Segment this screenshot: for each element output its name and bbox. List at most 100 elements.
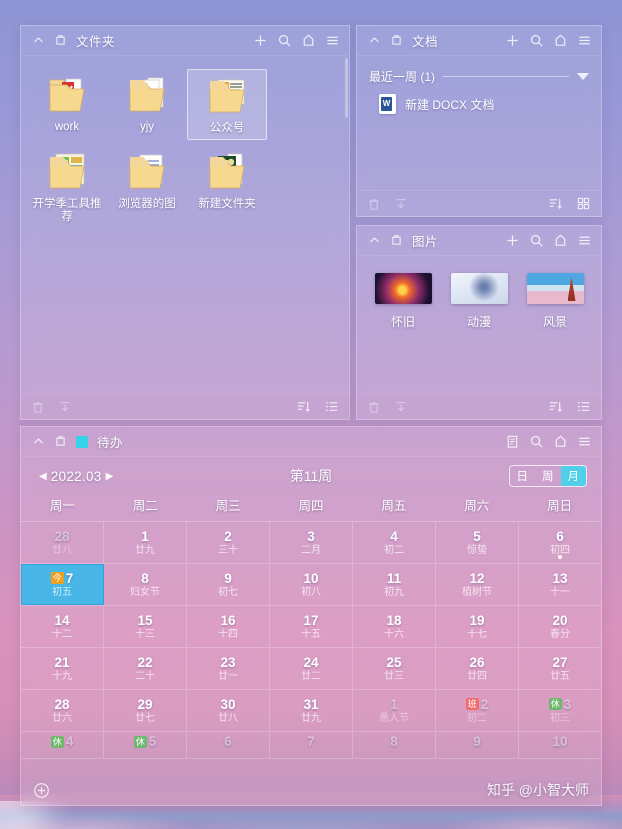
folders-scrollbar[interactable] — [345, 58, 348, 391]
hamburger-menu-icon[interactable] — [577, 434, 592, 449]
calendar-day-cell[interactable]: 7 — [270, 732, 353, 758]
plus-icon[interactable] — [505, 233, 520, 248]
calendar-day-cell[interactable]: 休4 — [21, 732, 104, 758]
calendar-day-cell[interactable]: 1 廿九 — [104, 522, 187, 563]
calendar-day-cell[interactable]: 12 植树节 — [436, 564, 519, 605]
calendar-day-cell[interactable]: 13 十一 — [519, 564, 601, 605]
folder-item[interactable]: 浏览器的图 — [107, 146, 187, 228]
calendar-day-cell[interactable]: 休 3 初三 — [519, 690, 601, 731]
calendar-day-cell[interactable]: 8 — [353, 732, 436, 758]
calendar-day-cell[interactable]: 28 廿六 — [21, 690, 104, 731]
calendar-day-cell[interactable]: 19 十七 — [436, 606, 519, 647]
calendar-year-month[interactable]: 2022.03 — [51, 469, 102, 484]
calendar-day-cell[interactable]: 21 十九 — [21, 648, 104, 689]
calendar-day-cell[interactable]: 班 2 初二 — [436, 690, 519, 731]
download-icon[interactable] — [394, 400, 408, 414]
picture-item[interactable]: 动漫 — [441, 273, 517, 392]
plus-icon[interactable] — [505, 33, 520, 48]
sort-icon[interactable] — [296, 399, 311, 414]
calendar-day-cell[interactable]: 9 初七 — [187, 564, 270, 605]
calendar-day-cell[interactable]: 3 二月 — [270, 522, 353, 563]
calendar-day-cell[interactable]: 28 廿八 — [21, 522, 104, 563]
calendar-day-cell[interactable]: 10 初八 — [270, 564, 353, 605]
calendar-day-cell[interactable]: 30 廿八 — [187, 690, 270, 731]
hamburger-menu-icon[interactable] — [577, 233, 592, 248]
list-view-icon[interactable] — [324, 399, 339, 414]
calendar-day-cell[interactable]: 24 廿二 — [270, 648, 353, 689]
calendar-day-cell[interactable]: 18 十六 — [353, 606, 436, 647]
picture-item[interactable]: 怀旧 — [365, 273, 441, 392]
plus-circle-icon[interactable] — [33, 782, 50, 799]
pin-icon[interactable] — [390, 34, 403, 47]
calendar-day-cell[interactable]: 31 廿九 — [270, 690, 353, 731]
pin-icon[interactable] — [54, 435, 67, 448]
calendar-day-cell[interactable]: 5 惊蛰 — [436, 522, 519, 563]
download-icon[interactable] — [58, 400, 72, 414]
calendar-day-cell[interactable]: 10 — [519, 732, 601, 758]
pin-icon[interactable] — [390, 234, 403, 247]
chevron-down-icon[interactable] — [577, 73, 589, 80]
calendar-day-cell[interactable]: 15 十三 — [104, 606, 187, 647]
next-month-button[interactable]: ▶ — [102, 471, 118, 482]
grid-view-icon[interactable] — [576, 196, 591, 211]
calendar-day-cell[interactable]: 17 十五 — [270, 606, 353, 647]
calendar-day-cell[interactable]: 27 廿五 — [519, 648, 601, 689]
document-list-item[interactable]: 新建 DOCX 文档 — [357, 85, 601, 114]
hamburger-menu-icon[interactable] — [325, 33, 340, 48]
calendar-day-cell[interactable]: 16 十四 — [187, 606, 270, 647]
calendar-day-cell[interactable]: 26 廿四 — [436, 648, 519, 689]
view-mode-week[interactable]: 周 — [535, 466, 561, 486]
calendar-day-cell[interactable]: 9 — [436, 732, 519, 758]
view-mode-month[interactable]: 月 — [560, 466, 586, 486]
sort-icon[interactable] — [548, 196, 563, 211]
hanger-icon[interactable] — [553, 33, 568, 48]
sort-icon[interactable] — [548, 399, 563, 414]
folder-item[interactable]: work — [27, 69, 107, 140]
picture-item[interactable]: 风景 — [517, 273, 593, 392]
folder-item[interactable]: yjy — [107, 69, 187, 140]
calendar-day-cell[interactable]: 29 廿七 — [104, 690, 187, 731]
day-lunar-label: 廿九 — [135, 544, 155, 556]
chevron-up-icon[interactable] — [32, 34, 45, 47]
documents-group-header[interactable]: 最近一周 (1) — [357, 56, 601, 85]
calendar-day-cell[interactable]: 25 廿三 — [353, 648, 436, 689]
search-icon[interactable] — [529, 233, 544, 248]
calendar-day-cell[interactable]: 11 初九 — [353, 564, 436, 605]
calendar-day-cell[interactable]: 4 初二 — [353, 522, 436, 563]
hamburger-menu-icon[interactable] — [577, 33, 592, 48]
prev-month-button[interactable]: ◀ — [35, 471, 51, 482]
view-mode-day[interactable]: 日 — [510, 466, 536, 486]
chevron-up-icon[interactable] — [368, 234, 381, 247]
list-view-icon[interactable] — [576, 399, 591, 414]
calendar-day-cell[interactable]: 6 初四 — [519, 522, 601, 563]
calendar-day-cell[interactable]: 20 春分 — [519, 606, 601, 647]
calendar-day-cell[interactable]: 6 — [187, 732, 270, 758]
chevron-up-icon[interactable] — [368, 34, 381, 47]
calendar-day-cell[interactable]: 2 三十 — [187, 522, 270, 563]
clipboard-icon[interactable] — [505, 434, 520, 449]
chevron-up-icon[interactable] — [32, 435, 45, 448]
hanger-icon[interactable] — [553, 434, 568, 449]
folder-item[interactable]: 开学季工具推荐 — [27, 146, 107, 228]
search-icon[interactable] — [277, 33, 292, 48]
calendar-day-cell-today[interactable]: 今 7 初五 — [21, 564, 104, 605]
trash-icon[interactable] — [31, 400, 45, 414]
folder-item-selected[interactable]: 公众号 — [187, 69, 267, 140]
hanger-icon[interactable] — [553, 233, 568, 248]
download-icon[interactable] — [394, 197, 408, 211]
calendar-day-cell[interactable]: 休5 — [104, 732, 187, 758]
trash-icon[interactable] — [367, 197, 381, 211]
trash-icon[interactable] — [367, 400, 381, 414]
calendar-day-cell[interactable]: 1 愚人节 — [353, 690, 436, 731]
plus-icon[interactable] — [253, 33, 268, 48]
calendar-day-cell[interactable]: 14 十二 — [21, 606, 104, 647]
calendar-day-cell[interactable]: 8 妇女节 — [104, 564, 187, 605]
search-icon[interactable] — [529, 33, 544, 48]
calendar-day-cell[interactable]: 22 二十 — [104, 648, 187, 689]
hanger-icon[interactable] — [301, 33, 316, 48]
search-icon[interactable] — [529, 434, 544, 449]
calendar-day-cell[interactable]: 23 廿一 — [187, 648, 270, 689]
day-lunar-label: 廿二 — [301, 670, 321, 682]
pin-icon[interactable] — [54, 34, 67, 47]
folder-item[interactable]: 新建文件夹 — [187, 146, 267, 228]
